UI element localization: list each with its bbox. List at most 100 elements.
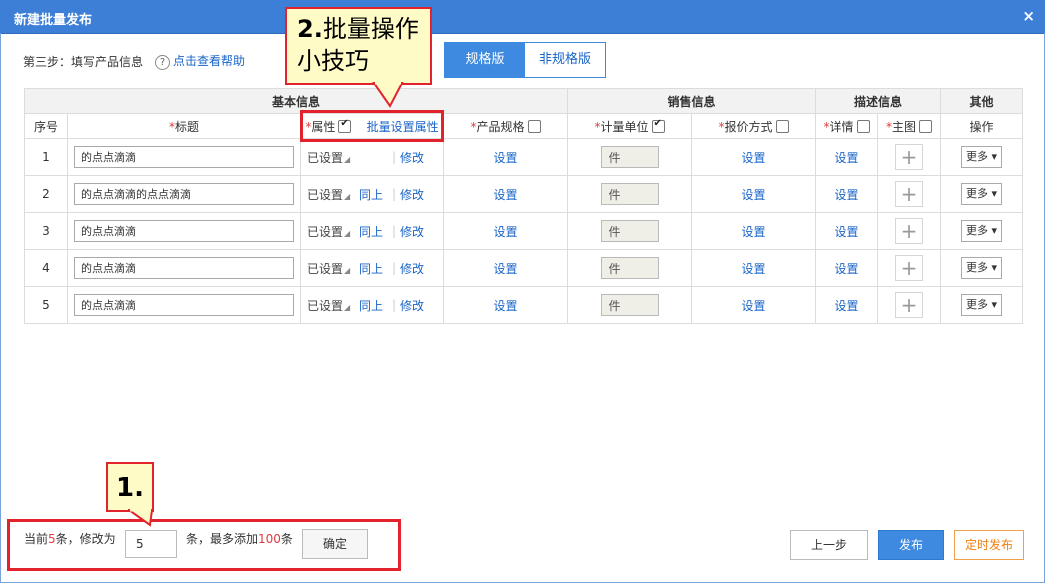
tip-row-count: 1. xyxy=(106,462,154,512)
help-link-label: 点击查看帮助 xyxy=(173,54,246,68)
dropdown-triangle-icon: ◢ xyxy=(344,265,351,275)
title-input[interactable]: 的点点滴滴 xyxy=(74,257,294,279)
unit-field[interactable]: 件 xyxy=(600,220,659,242)
more-dropdown[interactable]: 更多 ▾ xyxy=(960,146,1003,168)
same-as-above-link[interactable]: 同上 xyxy=(354,297,388,314)
more-dropdown[interactable]: 更多 ▾ xyxy=(960,220,1003,242)
group-basic-info: 基本信息 xyxy=(24,88,568,114)
divider: | xyxy=(392,150,397,164)
unit-field[interactable]: 件 xyxy=(600,294,659,316)
dialog-title: 新建批量发布 xyxy=(14,13,93,28)
add-image-icon[interactable]: + xyxy=(895,144,923,170)
group-other: 其他 xyxy=(940,88,1023,114)
unit-field[interactable]: 件 xyxy=(600,257,659,279)
row-index: 1 xyxy=(24,138,68,176)
edit-attr-link[interactable]: 修改 xyxy=(400,186,424,203)
col-spec: *产品规格 xyxy=(443,113,568,139)
spec-checkbox[interactable] xyxy=(527,119,541,133)
col-price: *报价方式 xyxy=(691,113,816,139)
tab-nonspec-version[interactable]: 非规格版 xyxy=(525,43,605,77)
edit-attr-link[interactable]: 修改 xyxy=(400,223,424,240)
publish-button[interactable]: 发布 xyxy=(878,530,944,560)
dropdown-triangle-icon: ◢ xyxy=(344,302,351,312)
set-detail-link[interactable]: 设置 xyxy=(834,262,858,276)
prev-step-button[interactable]: 上一步 xyxy=(790,530,868,560)
dropdown-triangle-icon: ◢ xyxy=(344,191,351,201)
add-image-icon[interactable]: + xyxy=(895,292,923,318)
set-detail-link[interactable]: 设置 xyxy=(834,151,858,165)
title-input[interactable]: 的点点滴滴的点点滴滴 xyxy=(74,183,294,205)
add-image-icon[interactable]: + xyxy=(895,255,923,281)
edit-attr-link[interactable]: 修改 xyxy=(400,260,424,277)
table-row: 2 的点点滴滴的点点滴滴 已设置◢ 同上 | 修改 设置 件 设置 设置 + 更多 ▾ xyxy=(24,175,1023,213)
help-icon: ? xyxy=(155,55,170,70)
tab-spec-version[interactable]: 规格版 xyxy=(445,43,525,77)
table-row: 3 的点点滴滴 已设置◢ 同上 | 修改 设置 件 设置 设置 + 更多 ▾ xyxy=(24,212,1023,250)
detail-checkbox[interactable] xyxy=(856,119,870,133)
attr-status[interactable]: 已设置◢ xyxy=(307,223,354,240)
set-spec-link[interactable]: 设置 xyxy=(493,262,517,276)
set-price-link[interactable]: 设置 xyxy=(741,151,765,165)
col-unit: *计量单位 xyxy=(567,113,692,139)
more-dropdown[interactable]: 更多 ▾ xyxy=(960,183,1003,205)
attr-status[interactable]: 已设置◢ xyxy=(307,260,354,277)
title-input[interactable]: 的点点滴滴 xyxy=(74,220,294,242)
add-image-icon[interactable]: + xyxy=(895,181,923,207)
set-spec-link[interactable]: 设置 xyxy=(493,225,517,239)
set-spec-link[interactable]: 设置 xyxy=(493,299,517,313)
step-label: 第三步：填写产品信息 xyxy=(23,55,144,69)
set-price-link[interactable]: 设置 xyxy=(741,299,765,313)
table-row: 5 的点点滴滴 已设置◢ 同上 | 修改 设置 件 设置 设置 + 更多 ▾ xyxy=(24,286,1023,324)
divider: | xyxy=(392,261,397,275)
set-price-link[interactable]: 设置 xyxy=(741,262,765,276)
help-link[interactable]: ? 点击查看帮助 xyxy=(155,52,245,70)
unit-field[interactable]: 件 xyxy=(600,146,659,168)
set-detail-link[interactable]: 设置 xyxy=(834,225,858,239)
set-detail-link[interactable]: 设置 xyxy=(834,188,858,202)
version-tabs: 规格版 非规格版 xyxy=(444,42,606,78)
row-index: 3 xyxy=(24,212,68,250)
dropdown-triangle-icon: ◢ xyxy=(344,154,351,164)
group-desc-info: 描述信息 xyxy=(815,88,941,114)
set-detail-link[interactable]: 设置 xyxy=(834,299,858,313)
attr-status[interactable]: 已设置◢ xyxy=(307,297,354,314)
unit-checkbox[interactable] xyxy=(651,118,665,133)
set-spec-link[interactable]: 设置 xyxy=(493,188,517,202)
same-as-above-link[interactable]: 同上 xyxy=(354,223,388,240)
set-price-link[interactable]: 设置 xyxy=(741,188,765,202)
edit-attr-link[interactable]: 修改 xyxy=(400,149,424,166)
product-table: 基本信息 销售信息 描述信息 其他 序号 *标题 *属性 批量设置属性 *产品规… xyxy=(24,88,1023,324)
attr-status[interactable]: 已设置◢ xyxy=(307,149,354,166)
title-input[interactable]: 的点点滴滴 xyxy=(74,146,294,168)
more-dropdown[interactable]: 更多 ▾ xyxy=(960,294,1003,316)
chevron-down-icon: ▾ xyxy=(987,298,998,311)
highlight-row-count xyxy=(7,519,401,571)
highlight-batch-attr xyxy=(300,110,444,142)
row-index: 4 xyxy=(24,249,68,287)
title-input[interactable]: 的点点滴滴 xyxy=(74,294,294,316)
attr-status[interactable]: 已设置◢ xyxy=(307,186,354,203)
col-index: 序号 xyxy=(24,113,68,139)
tip-batch-ops: 2.批量操作小技巧 xyxy=(285,7,432,85)
group-sales-info: 销售信息 xyxy=(567,88,816,114)
same-as-above-link[interactable]: 同上 xyxy=(354,186,388,203)
image-checkbox[interactable] xyxy=(919,119,932,133)
table-row: 4 的点点滴滴 已设置◢ 同上 | 修改 设置 件 设置 设置 + 更多 ▾ xyxy=(24,249,1023,287)
set-spec-link[interactable]: 设置 xyxy=(493,151,517,165)
close-icon[interactable]: × xyxy=(1022,7,1035,25)
divider: | xyxy=(392,224,397,238)
row-index: 5 xyxy=(24,286,68,324)
unit-field[interactable]: 件 xyxy=(600,183,659,205)
col-image: *主图 xyxy=(877,113,941,139)
add-image-icon[interactable]: + xyxy=(895,218,923,244)
edit-attr-link[interactable]: 修改 xyxy=(400,297,424,314)
col-ops: 操作 xyxy=(940,113,1023,139)
set-price-link[interactable]: 设置 xyxy=(741,225,765,239)
row-index: 2 xyxy=(24,175,68,213)
table-row: 1 的点点滴滴 已设置◢ | 修改 设置 件 设置 设置 + 更多 ▾ xyxy=(24,138,1023,176)
same-as-above-link[interactable]: 同上 xyxy=(354,260,388,277)
price-checkbox[interactable] xyxy=(775,119,789,133)
more-dropdown[interactable]: 更多 ▾ xyxy=(960,257,1003,279)
scheduled-publish-button[interactable]: 定时发布 xyxy=(954,530,1024,560)
col-detail: *详情 xyxy=(815,113,878,139)
